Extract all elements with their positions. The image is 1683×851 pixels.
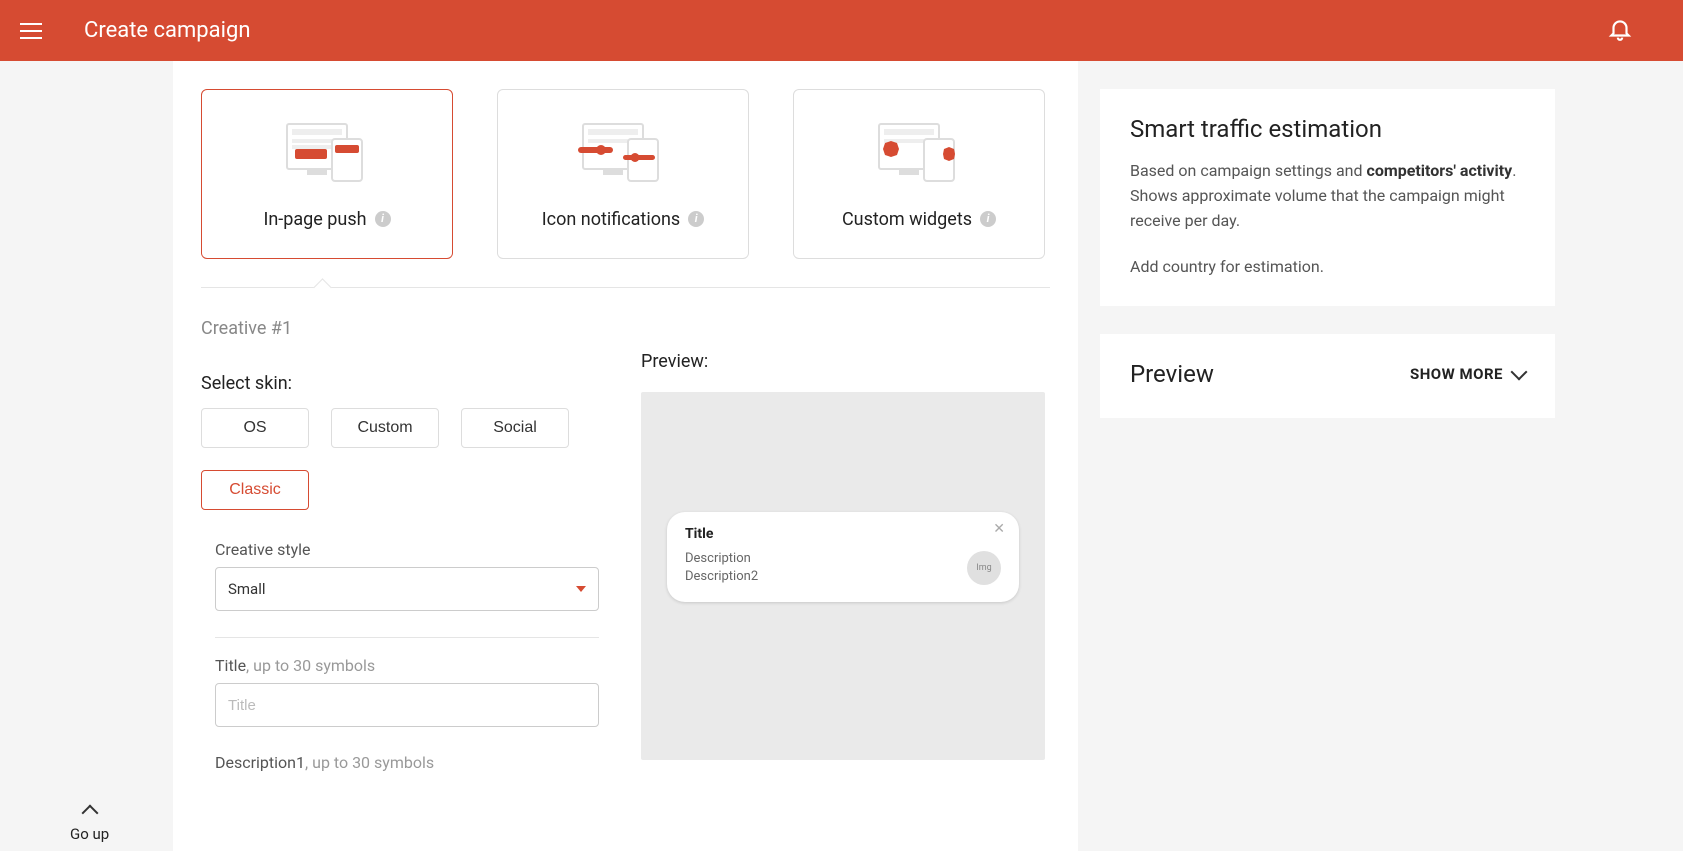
traffic-estimation-title: Smart traffic estimation — [1130, 115, 1525, 143]
info-icon[interactable]: i — [688, 211, 704, 227]
traffic-estimation-hint: Add country for estimation. — [1130, 257, 1525, 276]
preview-side-title: Preview — [1130, 360, 1214, 388]
app-header: Create campaign — [0, 0, 1683, 61]
format-card-label: Custom widgets — [842, 209, 972, 230]
creative-number-label: Creative #1 — [201, 318, 1050, 339]
preview-heading: Preview: — [641, 351, 1045, 372]
skin-custom-button[interactable]: Custom — [331, 408, 439, 448]
in-page-push-illustration-icon — [277, 119, 377, 189]
info-icon[interactable]: i — [375, 211, 391, 227]
page-title: Create campaign — [84, 18, 250, 43]
format-card-label: Icon notifications — [542, 209, 680, 230]
menu-icon[interactable] — [20, 19, 44, 43]
push-preview-sample: ✕ Title Description Description2 Img — [667, 512, 1019, 602]
format-card-in-page-push[interactable]: In-page push i — [201, 89, 453, 259]
creative-style-value: Small — [228, 580, 266, 598]
preview-side-card: Preview SHOW MORE — [1100, 334, 1555, 418]
preview-canvas: ✕ Title Description Description2 Img — [641, 392, 1045, 760]
skin-classic-button[interactable]: Classic — [201, 470, 309, 510]
push-sample-descriptions: Description Description2 — [685, 550, 758, 586]
creative-style-select[interactable]: Small — [215, 567, 599, 611]
creative-style-label: Creative style — [215, 540, 607, 559]
chevron-down-icon — [576, 586, 586, 592]
notifications-icon[interactable] — [1607, 16, 1633, 46]
format-card-label: In-page push — [263, 209, 366, 230]
format-card-icon-notifications[interactable]: Icon notifications i — [497, 89, 749, 259]
creative-form: Select skin: OS Custom Social Classic Cr… — [201, 349, 607, 780]
traffic-estimation-card: Smart traffic estimation Based on campai… — [1100, 89, 1555, 306]
traffic-estimation-text: Based on campaign settings and competito… — [1130, 159, 1525, 233]
close-icon[interactable]: ✕ — [993, 521, 1005, 537]
show-more-button[interactable]: SHOW MORE — [1410, 365, 1525, 383]
title-field-label: Title, up to 30 symbols — [215, 656, 607, 675]
info-icon[interactable]: i — [980, 211, 996, 227]
select-skin-label: Select skin: — [201, 373, 607, 394]
chevron-up-icon — [81, 805, 98, 822]
push-sample-title: Title — [685, 526, 1001, 542]
go-up-button[interactable]: Go up — [70, 807, 109, 843]
main-panel: In-page push i — [173, 61, 1078, 851]
right-sidebar: Smart traffic estimation Based on campai… — [1078, 61, 1683, 851]
skin-social-button[interactable]: Social — [461, 408, 569, 448]
description1-field-label: Description1, up to 30 symbols — [215, 753, 607, 772]
divider — [215, 637, 599, 638]
icon-notifications-illustration-icon — [573, 119, 673, 189]
skin-os-button[interactable]: OS — [201, 408, 309, 448]
image-placeholder-icon: Img — [967, 551, 1001, 585]
title-input[interactable] — [215, 683, 599, 727]
format-card-custom-widgets[interactable]: Custom widgets i — [793, 89, 1045, 259]
custom-widgets-illustration-icon — [869, 119, 969, 189]
preview-column: Preview: ✕ Title Description Description… — [641, 349, 1045, 780]
chevron-down-icon — [1511, 364, 1528, 381]
